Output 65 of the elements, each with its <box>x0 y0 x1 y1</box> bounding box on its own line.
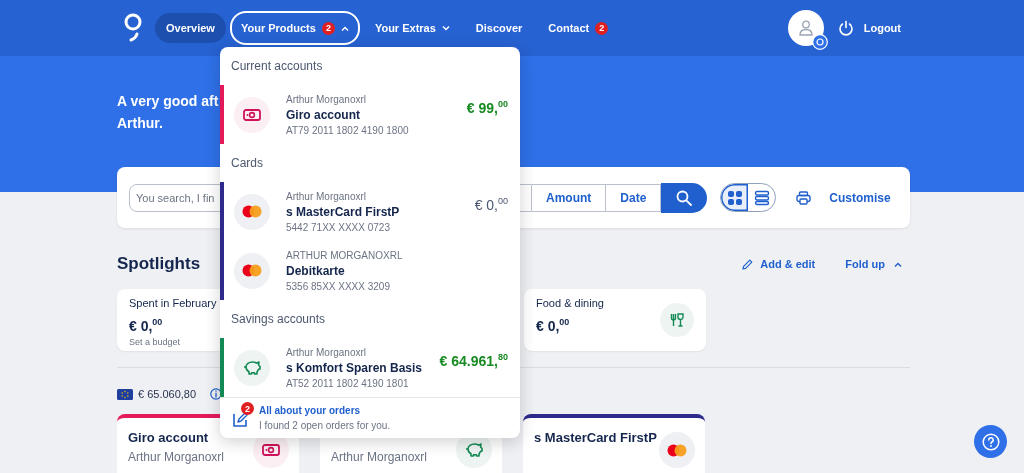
nav-tab[interactable]: Your Extras <box>363 13 461 43</box>
pencil-icon <box>742 258 754 270</box>
power-icon <box>837 20 854 36</box>
nav-tab[interactable]: Overview <box>155 13 226 43</box>
account-name: s MasterCard FirstP <box>534 429 658 447</box>
holder-name: Arthur Morganoxrl <box>331 449 429 466</box>
budget-link[interactable]: Set a budget <box>129 335 181 348</box>
account-item[interactable]: Arthur Morganoxrl Giro account AT79 2011 1802 4190 1800 € 99,$^{00}$ <box>224 85 520 144</box>
logout-button[interactable]: Logout <box>837 20 901 36</box>
account-number: AT52 2011 1802 4190 1801 <box>286 376 410 391</box>
caret-icon <box>340 25 349 31</box>
total-balance: € 65.060,80 <box>138 388 197 400</box>
cutlery-glass-icon <box>660 303 694 337</box>
account-name: s MasterCard FirstP <box>286 203 401 220</box>
nav-tab[interactable]: Your Products 2 <box>229 11 360 45</box>
add-edit-link[interactable]: Add & edit <box>742 258 816 270</box>
holder-name: Arthur Morganoxrl <box>128 449 226 466</box>
count-badge: 2 <box>321 21 335 35</box>
two-circles-icon <box>659 432 695 468</box>
account-name: Giro account <box>128 429 210 447</box>
holder-name: Arthur Morganoxrl <box>286 189 368 204</box>
holder-name: Arthur Morganoxrl <box>286 92 368 107</box>
amount-text: € 0,$^{00}$ <box>129 316 163 336</box>
info-icon[interactable] <box>210 388 223 400</box>
account-number: AT79 2011 1802 4190 1800 <box>286 123 410 138</box>
account-card[interactable]: s MasterCard FirstP <box>523 414 705 473</box>
account-name: s Komfort Sparen Basis <box>286 359 424 376</box>
grid-view-icon[interactable] <box>721 184 749 211</box>
account-item[interactable]: Arthur Morganoxrl s MasterCard FirstP 5442 71XX XXXX 0723 € 0,$^{00}$ <box>224 182 520 241</box>
two-circles-icon <box>234 252 270 289</box>
caret-icon <box>894 261 902 267</box>
amount-text: € 99,$^{00}$ <box>466 99 508 116</box>
count-badge: 2 <box>241 402 254 415</box>
amount-text: € 0,$^{00}$ <box>536 316 570 336</box>
caret-icon <box>441 25 450 31</box>
customise-link[interactable]: Customise <box>829 190 891 205</box>
banknote-icon <box>234 96 270 133</box>
search-icon <box>676 189 693 206</box>
amount-text: € 64.961,$^{80}$ <box>439 352 508 369</box>
count-badge: 2 <box>595 21 609 35</box>
nav-tab[interactable]: Discover <box>464 13 534 43</box>
account-name: Debitkarte <box>286 262 346 279</box>
help-icon[interactable] <box>981 432 1000 451</box>
piggy-bank-icon <box>234 349 270 386</box>
holder-name: ARTHUR MORGANOXRL <box>286 248 404 263</box>
fold-up-button[interactable]: Fold up <box>845 258 902 270</box>
section-heading: Current accounts <box>231 59 323 73</box>
two-circles-icon <box>234 193 270 230</box>
section-heading: Cards <box>231 156 263 170</box>
account-number: 5442 71XX XXXX 0723 <box>286 220 391 235</box>
spotlight-label: Spent in February <box>129 296 217 310</box>
amount-text: € 0,$^{00}$ <box>474 196 508 213</box>
spotlight-label: Food & dining <box>536 296 604 310</box>
printer-icon[interactable] <box>796 190 812 205</box>
filter-button[interactable]: Date <box>606 183 662 212</box>
flag-icon <box>117 388 133 400</box>
account-name: Giro account <box>286 106 361 123</box>
filter-button[interactable]: Amount <box>532 183 607 212</box>
logo-icon[interactable] <box>123 13 143 43</box>
search-button[interactable] <box>661 182 708 213</box>
greeting-text: Arthur. <box>117 115 163 131</box>
spotlight-card[interactable]: Food & dining € 0,$^{00}$ <box>524 289 706 351</box>
section-title: Spotlights <box>117 254 201 274</box>
nav-tab[interactable]: Contact 2 <box>537 13 620 43</box>
greeting-text: A very good aft <box>117 93 219 109</box>
